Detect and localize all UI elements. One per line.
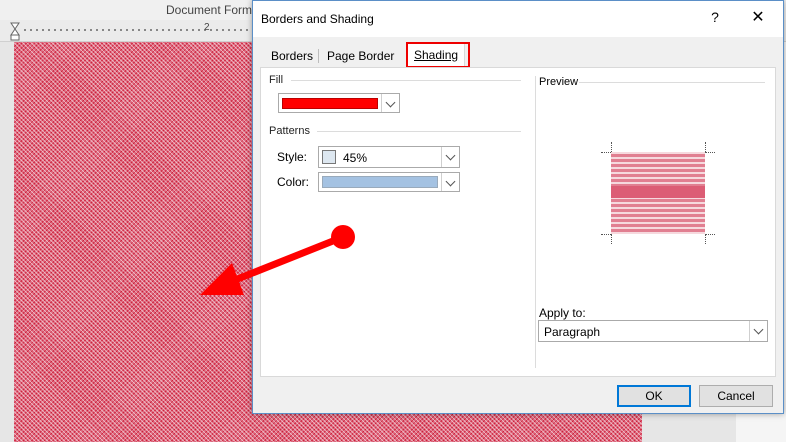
apply-to-label: Apply to: [539,306,586,320]
pattern-style-dropdown[interactable]: 45% [318,146,460,168]
apply-to-value: Paragraph [544,325,601,339]
preview-corner-mark [601,152,611,153]
chevron-down-icon[interactable] [441,173,459,191]
close-icon[interactable]: ✕ [748,8,768,28]
pattern-style-value: 45% [343,151,368,165]
tab-page-border[interactable]: Page Border [321,45,400,67]
ok-button[interactable]: OK [617,385,691,407]
preview-corner-mark [705,234,706,244]
tab-borders[interactable]: Borders [265,45,319,67]
cancel-button[interactable]: Cancel [699,385,773,407]
dialog-title: Borders and Shading [261,12,374,26]
apply-to-dropdown[interactable]: Paragraph [538,320,768,342]
chevron-down-icon[interactable] [441,147,459,167]
patterns-section-label: Patterns [269,125,310,137]
fill-section-label: Fill [269,74,284,86]
fill-color-dropdown[interactable] [278,93,400,113]
ruler-ticks [22,28,252,32]
preview-corner-mark [705,142,706,152]
preview-corner-mark [611,142,612,152]
preview-label: Preview [539,76,579,88]
pattern-color-dropdown[interactable] [318,172,460,192]
indent-marker-icon[interactable] [10,22,20,42]
tab-separator [318,49,319,63]
fill-divider [291,80,521,81]
borders-and-shading-dialog: Borders and Shading ? ✕ Borders Page Bor… [252,0,784,414]
preview-corner-mark [611,234,612,244]
pattern-style-swatch [322,150,336,164]
document-title: Document Forma [166,3,259,17]
shading-tab-highlight [406,42,470,68]
ruler-mark-2: 2 [204,22,210,33]
dialog-titlebar[interactable]: Borders and Shading ? ✕ [253,1,783,37]
pattern-color-swatch [322,176,438,188]
preview-corner-mark [705,234,715,235]
shading-preview[interactable] [611,152,705,234]
panel-vertical-divider [535,76,536,368]
annotation-arrow-icon [200,225,355,295]
patterns-divider [317,131,521,132]
chevron-down-icon[interactable] [381,94,399,112]
tab-borders-label: Borders [271,49,314,63]
color-label: Color: [277,175,310,189]
fill-color-swatch [282,98,378,109]
tab-page-border-label: Page Border [327,49,395,63]
help-icon[interactable]: ? [708,9,722,25]
preview-divider [579,82,765,83]
style-label: Style: [277,150,308,164]
dialog-tabs: Borders Page Border Shading [261,41,775,68]
preview-corner-mark [601,234,611,235]
chevron-down-icon[interactable] [749,321,767,341]
preview-corner-mark [705,152,715,153]
